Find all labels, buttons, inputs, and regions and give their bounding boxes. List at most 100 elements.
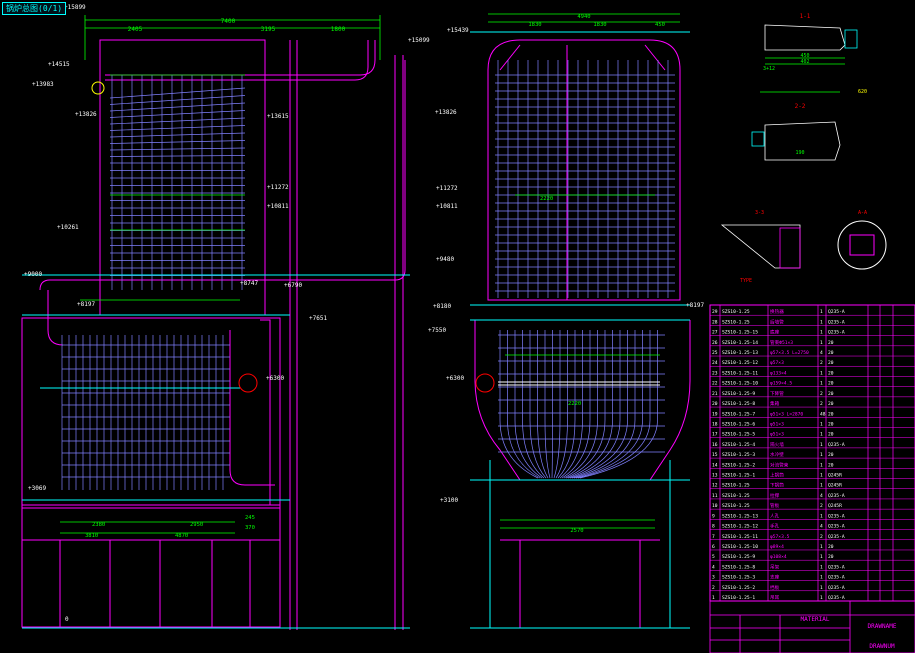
cad-drawing-canvas: 7400 2405 3195 1800 +15899 +14515 +13983… <box>0 0 915 653</box>
elev-left-0: +15899 <box>64 4 86 11</box>
table-cell: 上锅筒 <box>770 472 784 479</box>
table-cell: 4 <box>820 350 823 356</box>
table-cell: SZS10-1.25-1 <box>722 595 755 601</box>
table-cell: 6 <box>712 544 715 550</box>
table-cell: 20 <box>828 411 834 417</box>
elev-left-11: +6790 <box>284 282 302 289</box>
table-cell: φ57×3.5 <box>770 534 790 540</box>
table-cell: 29 <box>712 309 718 315</box>
table-cell: 20 <box>828 381 834 387</box>
elev-right-0: +15439 <box>447 27 469 34</box>
table-cell: 20 <box>828 391 834 397</box>
table-cell: Q235-A <box>828 309 845 315</box>
table-cell: SZS10-1.25-14 <box>722 340 758 346</box>
table-cell: Q235-A <box>828 575 845 581</box>
elev-right-6: +7550 <box>428 327 446 334</box>
table-cell: SZS10-1.25-3 <box>722 452 755 458</box>
table-cell: Q235-A <box>828 513 845 519</box>
elev-left-13: +6300 <box>266 375 284 382</box>
table-cell: 支座 <box>770 574 780 581</box>
left-top-dim-total: 7400 <box>221 18 236 25</box>
elev-left-12: +7651 <box>309 315 327 322</box>
table-cell: Q235-A <box>828 564 845 570</box>
elev-left-9: +8197 <box>77 301 95 308</box>
table-cell: 1 <box>820 473 823 479</box>
detail-3-label: 3-3 <box>755 210 764 216</box>
table-cell: 48 <box>820 411 826 417</box>
table-cell: 4 <box>820 493 823 499</box>
table-cell: 27 <box>712 330 718 336</box>
table-cell: φ51×3 <box>770 432 784 438</box>
left-bottom-dim-5: 3810 <box>85 533 98 539</box>
table-cell: SZS10-1.25-10 <box>722 381 758 387</box>
table-cell: 3 <box>712 575 715 581</box>
elev-right-1: +13826 <box>435 109 457 116</box>
right-top-dim-3: 450 <box>655 22 665 28</box>
table-cell: SZS10-1.25-9 <box>722 391 755 397</box>
detail-1-label: 1-1 <box>800 13 811 20</box>
left-top-dim-0: 2405 <box>128 26 143 33</box>
table-cell: 20 <box>828 350 834 356</box>
right-top-dim-1: 1830 <box>528 22 541 28</box>
table-cell: φ51×3 L=2870 <box>770 411 803 417</box>
left-top-dim-2: 1800 <box>331 26 346 33</box>
table-cell: SZS10-1.25-13 <box>722 513 758 519</box>
table-cell: 20 <box>712 401 718 407</box>
table-cell: 23 <box>712 370 718 376</box>
table-cell: 8 <box>712 524 715 530</box>
table-cell: 28 <box>712 319 718 325</box>
detail-4-label: A-A <box>858 210 867 216</box>
table-cell: SZS10-1.25 <box>722 493 750 499</box>
table-cell: Q245R <box>828 503 842 509</box>
table-cell: Q235-A <box>828 534 845 540</box>
left-bottom-dim-2: 4870 <box>175 533 188 539</box>
table-cell: 2 <box>712 585 715 591</box>
table-cell: 管板 <box>770 502 780 509</box>
table-cell: 2 <box>820 391 823 397</box>
table-cell: SZS10-1.25 <box>722 483 750 489</box>
right-top-dim-2: 1830 <box>593 22 606 28</box>
table-cell: 下降管 <box>770 390 784 397</box>
detail-note-4: TYPE <box>740 278 752 284</box>
left-bottom-dim-0: 2380 <box>92 522 105 528</box>
table-cell: SZS10-1.25 <box>722 503 750 509</box>
table-cell: φ51×3 <box>770 421 784 427</box>
table-cell: Q235-A <box>828 524 845 530</box>
table-cell: 20 <box>828 370 834 376</box>
table-cell: φ133×4 <box>770 370 787 376</box>
elev-left-8: +9000 <box>24 271 42 278</box>
table-cell: SZS10-1.25-9 <box>722 554 755 560</box>
left-bottom-dim-4: 370 <box>245 525 255 531</box>
table-cell: 换热器 <box>770 308 784 315</box>
table-cell: 1 <box>820 483 823 489</box>
table-cell: 1 <box>820 575 823 581</box>
table-cell: 隔火墙 <box>770 441 784 448</box>
table-cell: 1 <box>820 421 823 427</box>
drawing-title-tag: 锅炉总图(0/1) <box>2 2 67 15</box>
title-drawname-label: DRAWNAME <box>868 623 897 630</box>
table-cell: SZS10-1.25 <box>722 319 750 325</box>
left-bottom-dim-1: 2950 <box>190 522 203 528</box>
elev-right-5: +8180 <box>433 303 451 310</box>
table-cell: SZS10-1.25-11 <box>722 370 758 376</box>
table-cell: 18 <box>712 421 718 427</box>
table-cell: 10 <box>712 503 718 509</box>
table-cell: 1 <box>820 462 823 468</box>
right-top-dim-0: 4940 <box>577 14 590 20</box>
left-bottom-dim-3: 245 <box>245 515 255 521</box>
table-cell: 1 <box>820 585 823 591</box>
table-cell: 1 <box>820 330 823 336</box>
table-cell: SZS10-1.25-3 <box>722 575 755 581</box>
table-cell: 1 <box>820 432 823 438</box>
table-cell: 1 <box>820 564 823 570</box>
table-cell: 16 <box>712 442 718 448</box>
table-cell: 拉撑 <box>770 492 780 499</box>
table-cell: 17 <box>712 432 718 438</box>
table-cell: 9 <box>712 513 715 519</box>
table-cell: 1 <box>820 319 823 325</box>
elev-right-4: +9480 <box>436 256 454 263</box>
table-cell: 20 <box>828 462 834 468</box>
table-cell: 后墙管 <box>770 318 784 325</box>
table-cell: 1 <box>820 513 823 519</box>
table-cell: 20 <box>828 401 834 407</box>
